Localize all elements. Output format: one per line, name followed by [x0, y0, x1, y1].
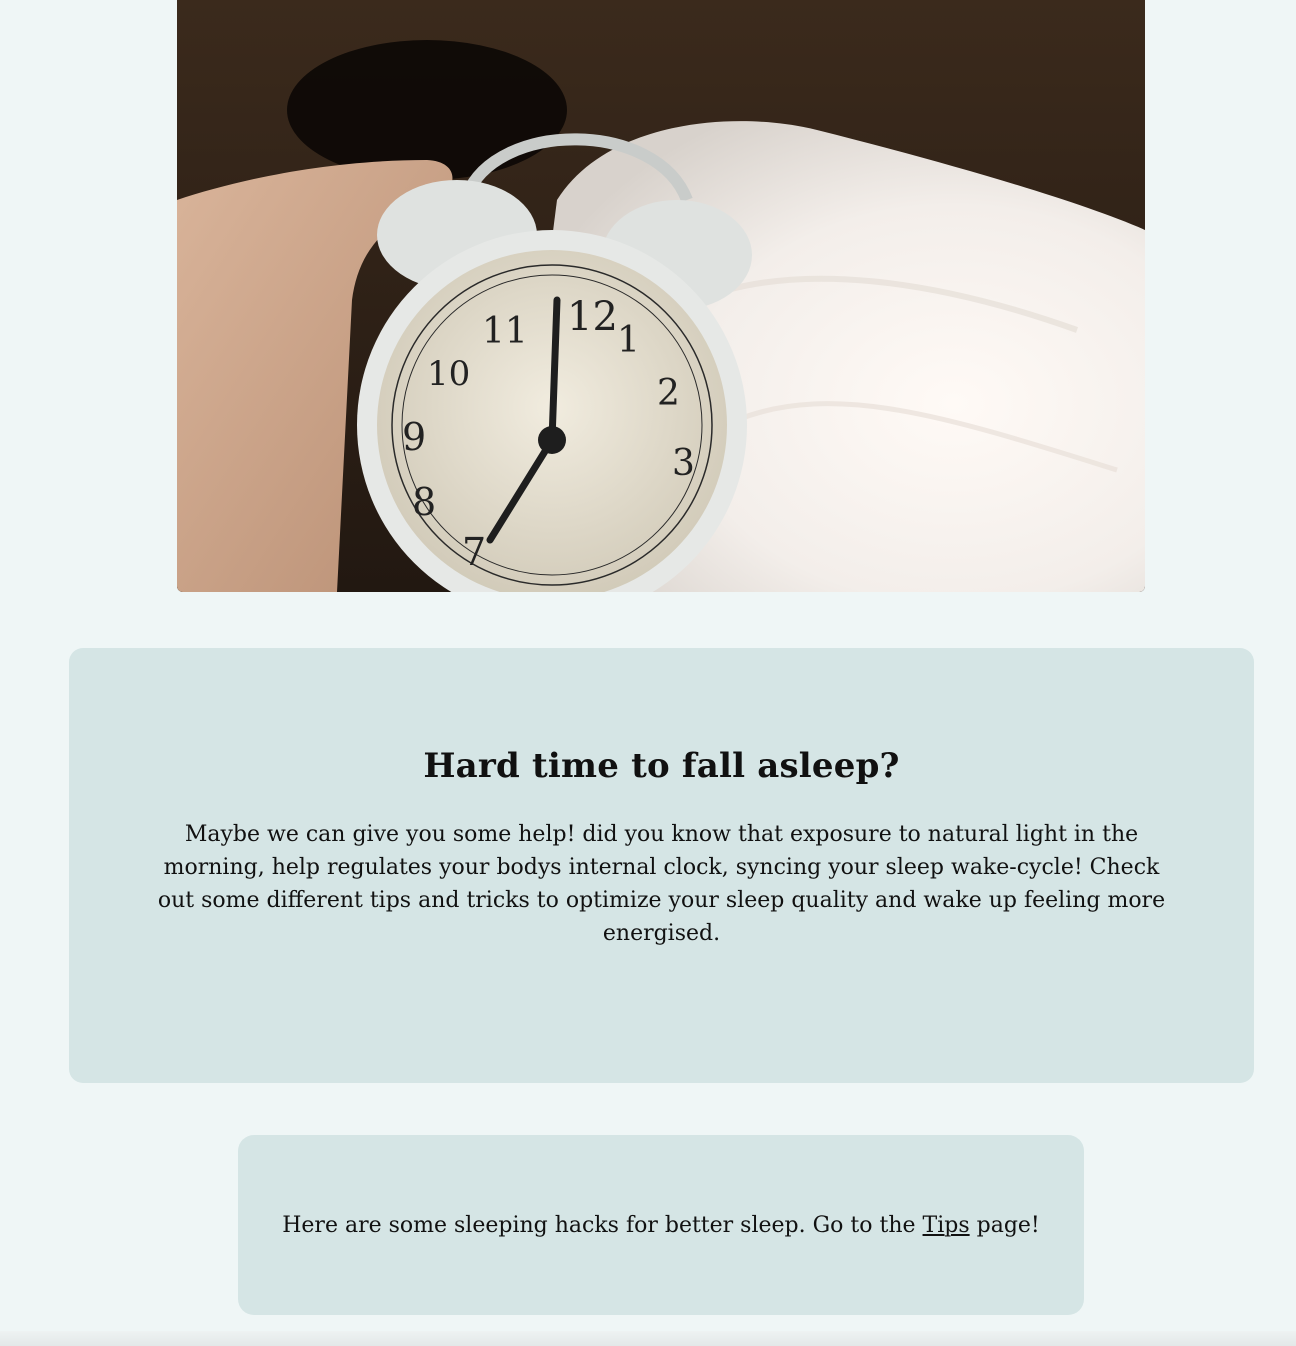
svg-text:3: 3 [672, 443, 695, 484]
tips-text-before: Here are some sleeping hacks for better … [282, 1212, 923, 1238]
svg-text:2: 2 [657, 373, 680, 414]
alarm-clock-photo: 12 1 2 3 9 10 11 8 7 [177, 0, 1145, 592]
tips-link[interactable]: Tips [923, 1213, 970, 1238]
svg-text:10: 10 [427, 354, 470, 394]
svg-text:8: 8 [412, 480, 436, 524]
tips-text-after: page! [969, 1212, 1040, 1238]
hero-image: 12 1 2 3 9 10 11 8 7 [177, 0, 1145, 592]
intro-body: Maybe we can give you some help! did you… [157, 822, 1166, 946]
svg-text:1: 1 [617, 320, 640, 361]
svg-text:7: 7 [462, 530, 486, 574]
svg-text:11: 11 [482, 311, 528, 352]
bottom-edge [0, 1331, 1296, 1346]
svg-text:9: 9 [402, 415, 426, 459]
page: 12 1 2 3 9 10 11 8 7 Hard time to fall a… [0, 0, 1296, 1346]
clock-number-12: 12 [567, 294, 618, 340]
intro-card: Hard time to fall asleep? Maybe we can g… [69, 648, 1254, 1083]
tips-card: Here are some sleeping hacks for better … [238, 1135, 1084, 1315]
intro-heading: Hard time to fall asleep? [423, 746, 900, 786]
